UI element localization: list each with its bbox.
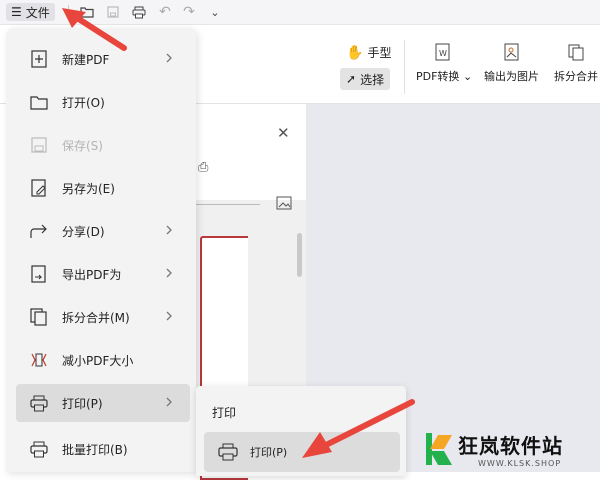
cursor-icon: ➚ <box>346 72 357 86</box>
pdf-convert-label: PDF转换 <box>416 70 460 83</box>
menu-item-label: 另存为(E) <box>62 181 115 196</box>
save-icon[interactable] <box>104 3 122 21</box>
scrollbar[interactable] <box>297 233 302 277</box>
share-icon <box>28 220 50 242</box>
chevron-right-icon <box>166 53 172 63</box>
menu-item-label: 导出PDF为 <box>62 267 122 282</box>
menu-item-export-pdf[interactable]: 导出PDF为 <box>16 255 190 293</box>
menu-item-label: 新建PDF <box>62 52 110 67</box>
logo-k-mark <box>424 431 453 467</box>
split-merge-label: 拆分合并 <box>554 70 598 83</box>
compress-icon <box>28 349 50 371</box>
menu-item-split-merge[interactable]: 拆分合并(M) <box>16 298 190 336</box>
export-icon <box>28 263 50 285</box>
menu-item-new-pdf[interactable]: 新建PDF <box>16 40 190 78</box>
chevron-right-icon <box>166 397 172 407</box>
menu-item-print[interactable]: 打印(P) <box>16 384 190 422</box>
split-merge-icon <box>568 44 584 61</box>
new-pdf-icon <box>28 48 50 70</box>
hand-icon: ✋ <box>346 44 364 61</box>
menu-item-batch-print[interactable]: 批量打印(B) <box>16 430 190 468</box>
chevron-down-icon[interactable]: ⌄ <box>206 3 224 21</box>
batch-print-icon <box>28 438 50 460</box>
split-merge-icon <box>28 306 50 328</box>
select-tool-label: 选择 <box>360 72 385 87</box>
chevron-right-icon <box>166 268 172 278</box>
chevron-right-icon <box>166 225 172 235</box>
hand-tool-label: 手型 <box>367 46 392 60</box>
menu-item-label: 拆分合并(M) <box>62 310 130 325</box>
svg-text:W: W <box>439 49 447 58</box>
redo-icon[interactable]: ↷ <box>180 3 198 21</box>
file-menu-label: 文件 <box>25 5 50 20</box>
divider <box>404 40 405 94</box>
menu-item-label: 打印(P) <box>62 396 103 411</box>
submenu-title: 打印 <box>212 406 237 420</box>
zoom-slider[interactable] <box>196 204 260 205</box>
select-tool-button[interactable]: ➚ 选择 <box>340 68 391 90</box>
site-logo: 狂岚软件站 WWW.KLSK.SHOP <box>424 425 600 472</box>
hand-tool-button[interactable]: ✋ 手型 <box>346 44 391 61</box>
printer-icon <box>218 443 238 461</box>
split-merge-ribbon-button[interactable]: 拆分合并 <box>554 42 598 84</box>
menu-item-label: 批量打印(B) <box>62 442 128 457</box>
hamburger-icon: ☰ <box>11 5 22 19</box>
menu-item-label: 分享(D) <box>62 224 105 239</box>
save-as-icon <box>28 177 50 199</box>
folder-icon <box>28 91 50 113</box>
divider <box>68 5 69 19</box>
file-menu: 新建PDF 打开(O) 保存(S) 另存为(E) 分享(D) 导出PDF为 拆分… <box>6 28 196 472</box>
menu-item-compress[interactable]: 减小PDF大小 <box>16 341 190 379</box>
logo-brand: 狂岚软件站 <box>458 433 563 458</box>
panel-header <box>196 104 306 200</box>
image-export-icon <box>504 43 518 61</box>
print-submenu: 打印 打印(P) <box>196 386 406 476</box>
submenu-item-print[interactable]: 打印(P) <box>204 432 400 472</box>
export-image-label: 输出为图片 <box>484 70 539 83</box>
print-icon[interactable] <box>130 3 148 21</box>
undo-icon[interactable]: ↶ <box>156 3 174 21</box>
menu-item-save-as[interactable]: 另存为(E) <box>16 169 190 207</box>
logo-url: WWW.KLSK.SHOP <box>478 458 562 468</box>
pdf-convert-button[interactable]: W PDF转换 ⌄ <box>416 42 472 84</box>
pdf-convert-icon: W <box>435 43 450 61</box>
chevron-down-icon: ⌄ <box>462 70 473 83</box>
menu-item-label: 减小PDF大小 <box>62 353 134 368</box>
menu-item-label: 保存(S) <box>62 138 103 153</box>
chevron-right-icon <box>166 311 172 321</box>
image-icon[interactable] <box>276 196 292 213</box>
menu-item-label: 打开(O) <box>62 95 105 110</box>
close-icon[interactable]: ✕ <box>277 124 290 142</box>
open-folder-icon[interactable] <box>78 3 96 21</box>
file-menu-button[interactable]: ☰ 文件 <box>6 3 55 21</box>
menu-item-open[interactable]: 打开(O) <box>16 83 190 121</box>
submenu-item-label: 打印(P) <box>250 446 288 459</box>
save-icon <box>28 134 50 156</box>
page-icon[interactable]: ⎙ <box>198 160 208 175</box>
menu-item-save[interactable]: 保存(S) <box>16 126 190 164</box>
printer-icon <box>28 392 50 414</box>
menu-item-share[interactable]: 分享(D) <box>16 212 190 250</box>
export-image-button[interactable]: 输出为图片 <box>484 42 539 84</box>
